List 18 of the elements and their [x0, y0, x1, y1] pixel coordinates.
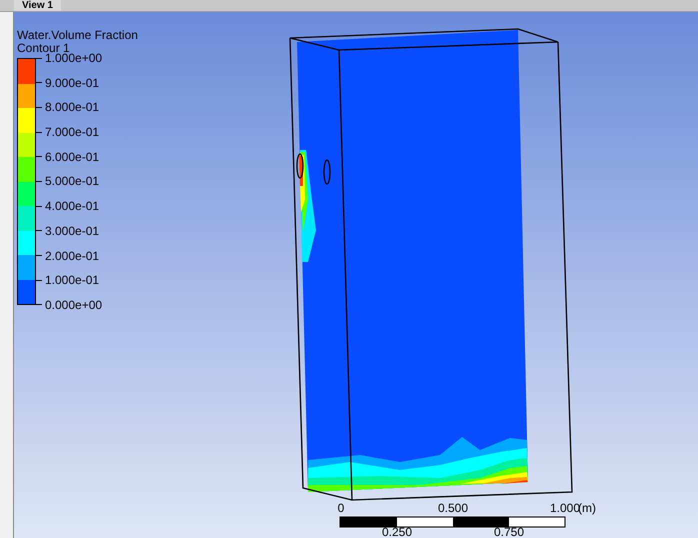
legend-label: 8.000e-01 [45, 100, 100, 114]
legend-label: 7.000e-01 [45, 125, 100, 140]
legend-label: 0.000e+00 [45, 298, 102, 312]
legend-label: 4.000e-01 [45, 199, 100, 214]
legend-label: 5.000e-01 [45, 174, 100, 188]
view-tab[interactable]: View 1 [14, 0, 61, 11]
legend-label: 9.000e-01 [45, 76, 100, 90]
legend-label: 2.000e-01 [45, 248, 100, 262]
legend-title: Water.Volume Fraction [17, 29, 138, 42]
legend-label: 6.000e-01 [45, 150, 100, 164]
scale-label: 0 [338, 501, 344, 515]
scale-label: 0.250 [382, 525, 412, 538]
legend-label: 3.000e-01 [45, 224, 100, 238]
scale-label: 0.500 [438, 501, 468, 515]
legend-label: 1.000e-01 [45, 273, 100, 288]
scale-label: 0.750 [494, 525, 524, 538]
scale-label: 1.000 [550, 501, 580, 515]
scale-unit: (m) [578, 501, 596, 515]
